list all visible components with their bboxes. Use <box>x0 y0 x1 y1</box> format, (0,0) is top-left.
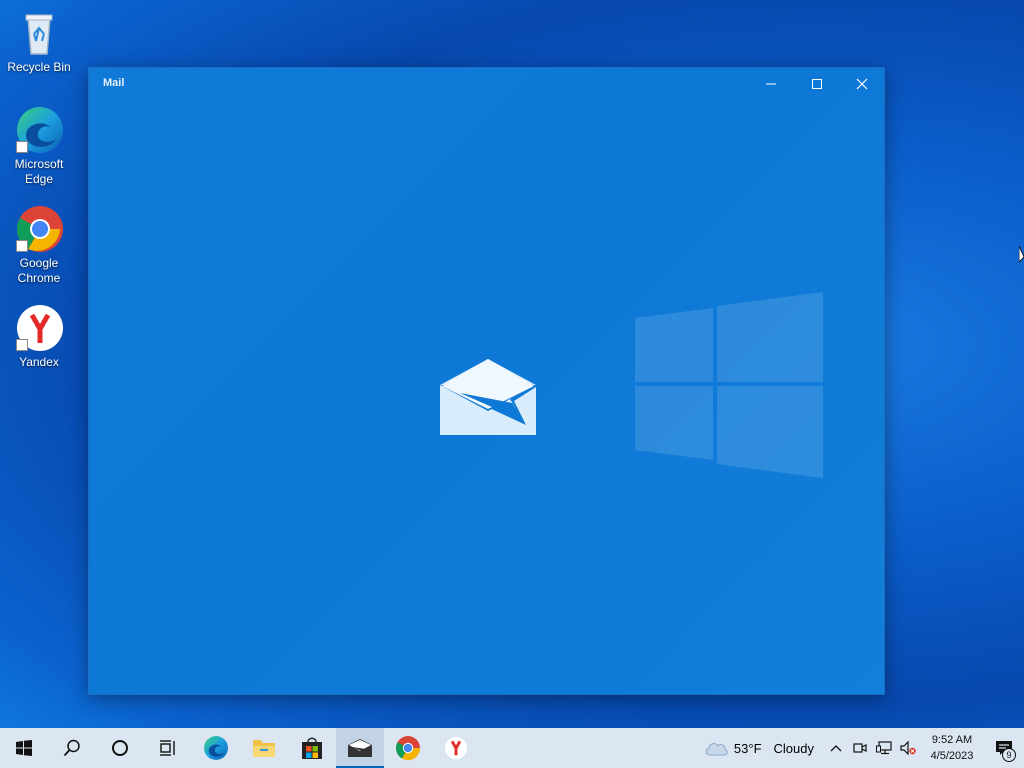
desktop-icon-yandex[interactable]: Yandex <box>6 303 72 370</box>
shortcut-arrow-icon <box>16 141 28 153</box>
mail-icon <box>348 739 372 757</box>
cloud-icon <box>705 743 728 756</box>
yandex-icon <box>14 303 64 353</box>
maximize-icon <box>812 79 822 89</box>
desktop-icon-label: Google Chrome <box>17 256 61 285</box>
volume-button[interactable] <box>896 728 920 768</box>
recycle-bin-icon <box>14 8 64 58</box>
meet-now-button[interactable] <box>848 728 872 768</box>
chrome-icon <box>14 204 64 254</box>
taskbar-mail[interactable] <box>336 728 384 768</box>
taskbar: 53°F Cloudy 9:52 AM 4/5/2023 9 <box>0 728 1024 768</box>
clock-time: 9:52 AM <box>931 734 973 746</box>
desktop-icon-label: Yandex <box>19 355 59 369</box>
cortana-icon <box>112 740 128 756</box>
clock[interactable]: 9:52 AM 4/5/2023 <box>920 732 984 764</box>
taskbar-chrome[interactable] <box>384 728 432 768</box>
show-hidden-icons-button[interactable] <box>824 728 848 768</box>
windows-logo-watermark <box>635 292 823 478</box>
shortcut-arrow-icon <box>16 339 28 351</box>
network-icon <box>876 741 892 755</box>
start-button[interactable] <box>0 728 48 768</box>
meet-now-icon <box>853 743 867 753</box>
close-button[interactable] <box>839 68 885 100</box>
edge-icon <box>14 105 64 155</box>
search-button[interactable] <box>48 728 96 768</box>
clock-date: 4/5/2023 <box>930 750 974 762</box>
mail-envelope-icon <box>440 359 536 435</box>
desktop-icon-recycle-bin[interactable]: Recycle Bin <box>6 8 72 75</box>
start-icon <box>16 740 32 756</box>
maximize-button[interactable] <box>794 68 840 100</box>
mouse-cursor-icon <box>1019 246 1024 263</box>
desktop-icon-label: Recycle Bin <box>7 60 71 74</box>
action-center-button[interactable]: 9 <box>984 728 1024 768</box>
taskbar-file-explorer[interactable] <box>240 728 288 768</box>
weather-condition: Cloudy <box>773 740 814 756</box>
notification-count-badge: 9 <box>1002 748 1016 762</box>
chrome-icon <box>396 736 420 761</box>
task-view-button[interactable] <box>144 728 192 768</box>
window-title: Mail <box>103 77 125 89</box>
cortana-button[interactable] <box>96 728 144 768</box>
file-explorer-icon <box>253 740 275 757</box>
shortcut-arrow-icon <box>16 240 28 252</box>
desktop-icon-chrome[interactable]: Google Chrome <box>6 204 72 286</box>
system-tray: 53°F Cloudy 9:52 AM 4/5/2023 9 <box>694 728 1024 768</box>
desktop-icon-label: Microsoft Edge <box>14 157 64 186</box>
taskbar-edge[interactable] <box>192 728 240 768</box>
yandex-icon <box>444 736 468 760</box>
chevron-up-icon <box>830 745 842 752</box>
desktop-icon-edge[interactable]: Microsoft Edge <box>6 105 72 187</box>
network-button[interactable] <box>872 728 896 768</box>
taskbar-store[interactable] <box>288 728 336 768</box>
store-icon <box>302 737 322 759</box>
minimize-icon <box>766 83 776 85</box>
weather-temp: 53°F <box>733 740 762 756</box>
minimize-button[interactable] <box>748 68 794 100</box>
edge-icon <box>204 736 228 760</box>
search-icon <box>63 739 80 757</box>
volume-muted-icon <box>900 741 916 755</box>
close-icon <box>856 78 868 90</box>
mail-window[interactable]: Mail <box>88 67 885 695</box>
title-bar[interactable]: Mail <box>89 68 884 100</box>
weather-widget[interactable]: 53°F Cloudy <box>694 728 824 768</box>
taskbar-yandex[interactable] <box>432 728 480 768</box>
task-view-icon <box>160 740 175 756</box>
